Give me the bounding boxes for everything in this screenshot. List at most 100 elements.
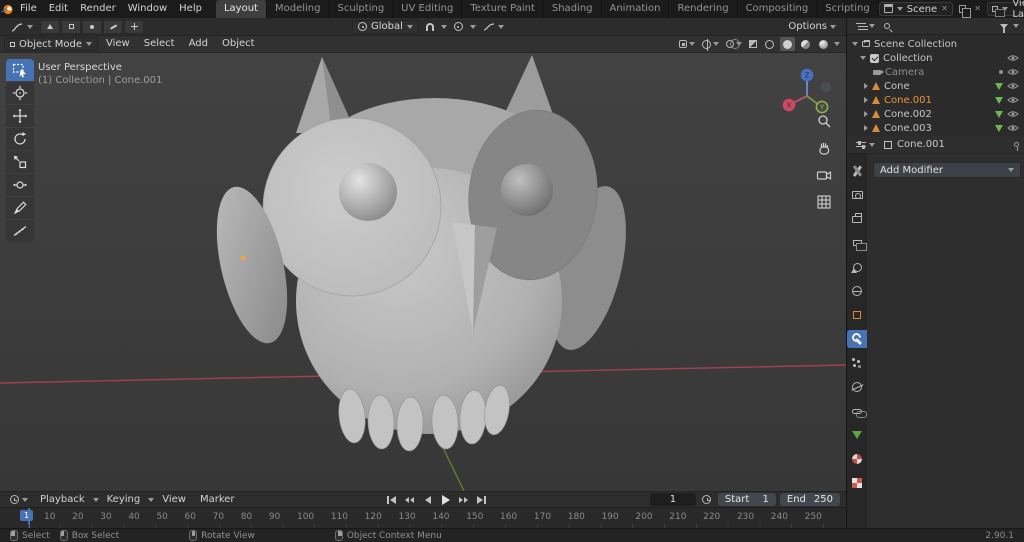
end-frame-field[interactable]: End 250 (780, 493, 840, 506)
menu-keying[interactable]: Keying (101, 491, 147, 509)
start-frame-field[interactable]: Start 1 (718, 493, 776, 506)
tool-move[interactable] (6, 105, 34, 127)
delete-scene-button[interactable]: ✕ (972, 2, 983, 16)
eye-icon[interactable] (1007, 82, 1019, 90)
filter-icon[interactable] (1000, 24, 1008, 29)
menu-help[interactable]: Help (173, 0, 208, 18)
pin-icon[interactable] (1014, 142, 1019, 147)
zoom-button[interactable] (816, 113, 832, 132)
pan-hand-button[interactable] (816, 140, 832, 159)
tab-world[interactable] (847, 282, 867, 300)
properties-editor-dropdown[interactable] (852, 141, 879, 149)
tab-object-data[interactable] (847, 426, 867, 444)
blender-logo-icon[interactable] (0, 2, 14, 16)
tab-modifiers[interactable] (847, 330, 867, 348)
menu-marker[interactable]: Marker (194, 491, 241, 509)
view-layer-selector[interactable]: View Layer ✕ (987, 2, 1024, 16)
eye-icon[interactable] (1007, 124, 1019, 132)
toggle-grid-button[interactable] (816, 194, 832, 213)
expand-icon[interactable] (864, 83, 868, 89)
gizmos-dropdown[interactable] (700, 37, 721, 51)
tab-texture-paint[interactable]: Texture Paint (462, 0, 544, 18)
options-dropdown[interactable]: Options (784, 21, 840, 32)
camera-view-button[interactable] (816, 167, 832, 186)
jump-to-end-button[interactable] (473, 493, 490, 507)
outliner-row-camera[interactable]: Camera (847, 65, 1024, 79)
proportional-dropdown[interactable] (470, 25, 476, 29)
overlays-dropdown[interactable] (724, 37, 744, 51)
gizmo-ghost-axis[interactable] (821, 82, 831, 92)
menu-edit[interactable]: Edit (43, 0, 74, 18)
tab-scene[interactable] (847, 258, 867, 276)
next-keyframe-button[interactable] (455, 493, 472, 507)
menu-select[interactable]: Select (138, 35, 181, 53)
outliner-row-cone-002[interactable]: Cone.002 (847, 107, 1024, 121)
tab-constraints[interactable] (847, 402, 867, 420)
select-tweak-button[interactable] (40, 20, 60, 34)
tab-shading[interactable]: Shading (544, 0, 602, 18)
menu-view[interactable]: View (100, 35, 136, 53)
tab-tool[interactable] (847, 162, 867, 180)
snap-toggle[interactable] (422, 23, 438, 31)
tab-object[interactable] (847, 306, 867, 324)
outliner-row-cone-003[interactable]: Cone.003 (847, 121, 1024, 135)
tab-compositing[interactable]: Compositing (738, 0, 818, 18)
tab-uv-editing[interactable]: UV Editing (393, 0, 462, 18)
play-reverse-button[interactable] (419, 493, 436, 507)
menu-render[interactable]: Render (74, 0, 122, 18)
new-scene-button[interactable] (957, 2, 968, 16)
menu-window[interactable]: Window (122, 0, 173, 18)
mode-dropdown[interactable]: Object Mode (4, 37, 98, 51)
search-icon[interactable] (884, 23, 890, 29)
menu-file[interactable]: File (14, 0, 43, 18)
tab-render[interactable] (847, 186, 867, 204)
expand-icon[interactable] (864, 97, 868, 103)
scene-selector[interactable]: Scene ✕ (879, 2, 953, 16)
transform-orientation-dropdown[interactable]: Global (352, 20, 419, 34)
proportional-editing-toggle[interactable] (450, 22, 467, 31)
snap-dropdown[interactable] (441, 25, 447, 29)
tab-texture[interactable] (847, 474, 867, 492)
select-circle-button[interactable] (82, 20, 102, 34)
tool-select-box[interactable] (6, 59, 34, 81)
expand-icon[interactable] (864, 111, 868, 117)
menu-timeline-view[interactable]: View (156, 491, 192, 509)
unlink-scene-icon[interactable]: ✕ (941, 5, 948, 13)
shading-dropdown[interactable] (834, 42, 840, 46)
tool-measure[interactable] (6, 220, 34, 242)
play-button[interactable] (437, 493, 454, 507)
outliner-editor-dropdown[interactable] (852, 22, 879, 30)
viewport-3d[interactable]: User Perspective (1) Collection | Cone.0… (0, 53, 846, 491)
tab-particles[interactable] (847, 354, 867, 372)
tab-output[interactable] (847, 210, 867, 228)
timeline-editor-dropdown[interactable] (6, 495, 32, 504)
tool-annotate[interactable] (6, 197, 34, 219)
add-modifier-dropdown[interactable]: Add Modifier (873, 162, 1021, 178)
tab-rendering[interactable]: Rendering (669, 0, 737, 18)
xray-toggle[interactable] (747, 37, 759, 51)
tool-cursor[interactable] (6, 82, 34, 104)
shading-rendered-button[interactable] (816, 37, 831, 51)
tab-sculpting[interactable]: Sculpting (329, 0, 393, 18)
tab-scripting[interactable]: Scripting (817, 0, 878, 18)
owl-right-pupil[interactable] (501, 164, 553, 216)
eye-icon[interactable] (1007, 110, 1019, 118)
menu-playback[interactable]: Playback (34, 491, 91, 509)
object-visibility-dropdown[interactable] (677, 37, 697, 51)
prev-keyframe-button[interactable] (401, 493, 418, 507)
tab-animation[interactable]: Animation (602, 0, 670, 18)
select-box-button[interactable] (61, 20, 81, 34)
tab-physics[interactable] (847, 378, 867, 396)
owl-left-pupil[interactable] (339, 163, 397, 221)
tab-layout[interactable]: Layout (216, 0, 267, 18)
eye-icon[interactable] (1007, 96, 1019, 104)
eye-icon[interactable] (1007, 54, 1019, 62)
shading-solid-button[interactable] (780, 37, 795, 51)
outliner-row-cone[interactable]: Cone (847, 79, 1024, 93)
tab-material[interactable] (847, 450, 867, 468)
owl-model[interactable] (0, 53, 846, 491)
tool-transform[interactable] (6, 174, 34, 196)
outliner-row-cone-001[interactable]: Cone.001 (847, 93, 1024, 107)
collection-checkbox[interactable] (870, 54, 879, 63)
menu-object[interactable]: Object (216, 35, 261, 53)
